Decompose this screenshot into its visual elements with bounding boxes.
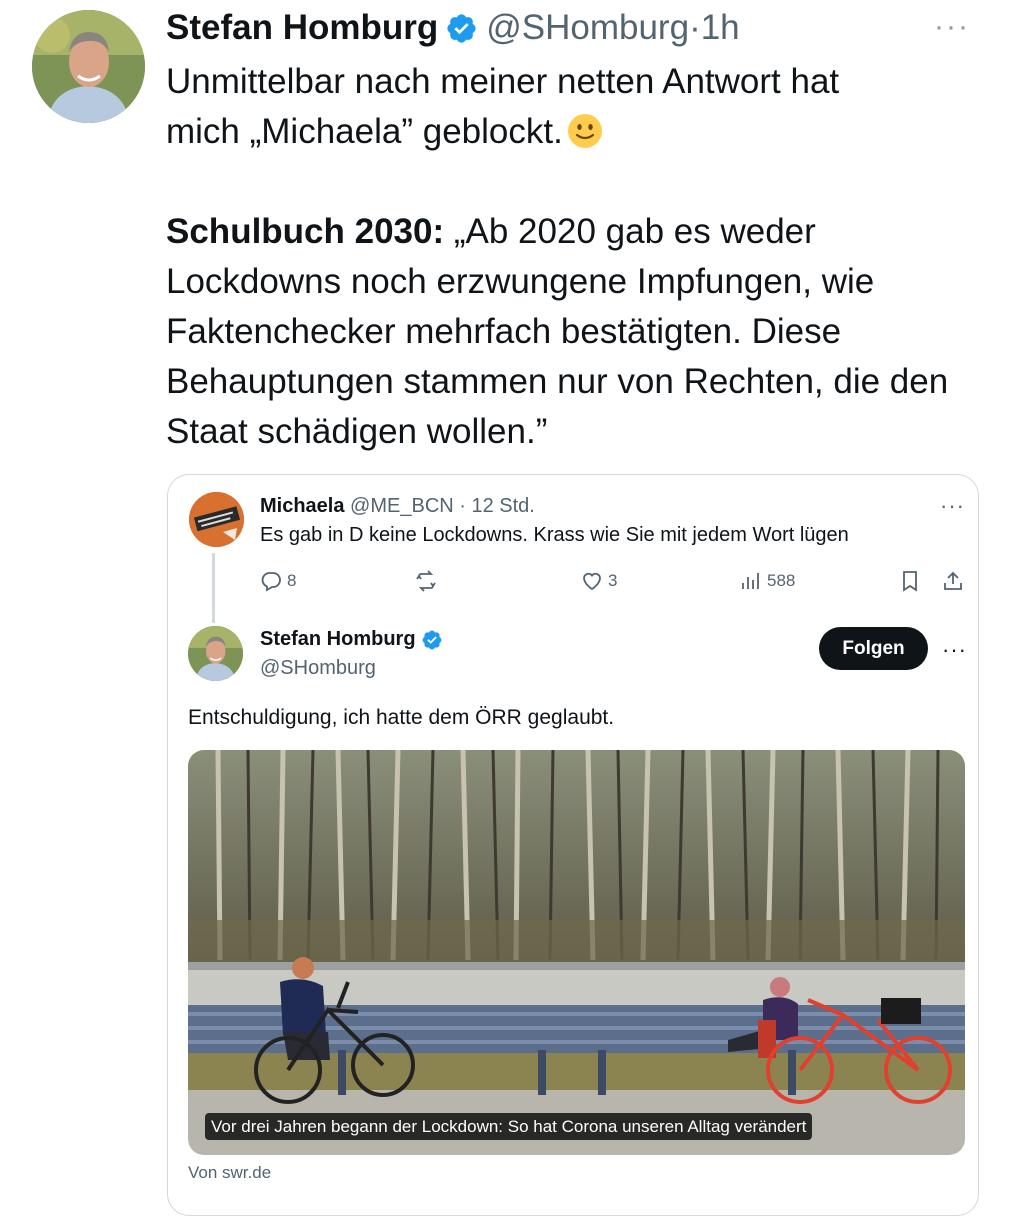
share-icon — [944, 571, 962, 590]
tweet-line-2: mich „Michaela” geblockt. — [166, 112, 563, 151]
smiling-face-icon — [567, 114, 602, 148]
quoted-author-avatar[interactable] — [189, 492, 244, 547]
tweet-time[interactable]: 1h — [701, 8, 740, 48]
tweet-line-1: Unmittelbar nach meiner netten Antwort h… — [166, 62, 840, 101]
tweet-text: Unmittelbar nach meiner netten Antwort h… — [166, 57, 986, 457]
views-count: 588 — [767, 571, 796, 590]
quoted-text: Es gab in D keine Lockdowns. Krass wie S… — [260, 524, 849, 546]
reply-more-button[interactable]: ··· — [942, 637, 967, 663]
retweet-icon — [416, 570, 436, 592]
reply-action[interactable]: 8 — [259, 568, 296, 594]
bookmark-action[interactable] — [898, 568, 926, 594]
time-separator: · — [689, 8, 701, 47]
quoted-header: Michaela @ME_BCN · 12 Std. — [260, 495, 535, 518]
quoted-author-handle[interactable]: @ME_BCN — [350, 495, 454, 517]
media-image[interactable] — [188, 750, 965, 1155]
verified-badge-icon — [422, 630, 441, 649]
reply-author-handle[interactable]: @SHomburg — [260, 657, 376, 680]
views-action[interactable]: 588 — [739, 568, 795, 594]
tweet-header: Stefan Homburg @SHomburg · 1h — [166, 6, 740, 50]
reply-count: 8 — [287, 571, 297, 590]
quoted-more-button[interactable]: ··· — [940, 493, 965, 519]
reply-author-avatar[interactable] — [188, 626, 243, 681]
share-action[interactable] — [941, 568, 969, 594]
media-source[interactable]: Von swr.de — [188, 1163, 271, 1183]
like-action[interactable]: 3 — [580, 568, 617, 594]
author-avatar[interactable] — [32, 10, 145, 123]
reply-header: Stefan Homburg — [260, 628, 443, 651]
reply-text: Entschuldigung, ich hatte dem ÖRR geglau… — [188, 706, 615, 729]
quoted-author-name[interactable]: Michaela — [260, 495, 344, 517]
thread-connector — [212, 553, 215, 623]
media-caption: Vor drei Jahren begann der Lockdown: So … — [205, 1113, 813, 1140]
quoted-time[interactable]: · 12 Std. — [459, 495, 535, 517]
verified-badge-icon — [447, 13, 476, 43]
tweet-bold-lead: Schulbuch 2030: — [166, 212, 445, 251]
bookmark-icon — [903, 571, 917, 592]
like-count: 3 — [608, 571, 618, 590]
views-chart-icon — [742, 573, 759, 589]
more-options-button[interactable]: ··· — [934, 10, 970, 44]
retweet-action[interactable] — [414, 568, 442, 594]
heart-icon — [583, 572, 601, 591]
reply-icon — [261, 572, 281, 592]
reply-author-name[interactable]: Stefan Homburg — [260, 628, 416, 651]
author-handle[interactable]: @SHomburg — [486, 8, 689, 48]
author-name[interactable]: Stefan Homburg — [166, 8, 438, 48]
follow-button[interactable]: Folgen — [819, 627, 928, 670]
